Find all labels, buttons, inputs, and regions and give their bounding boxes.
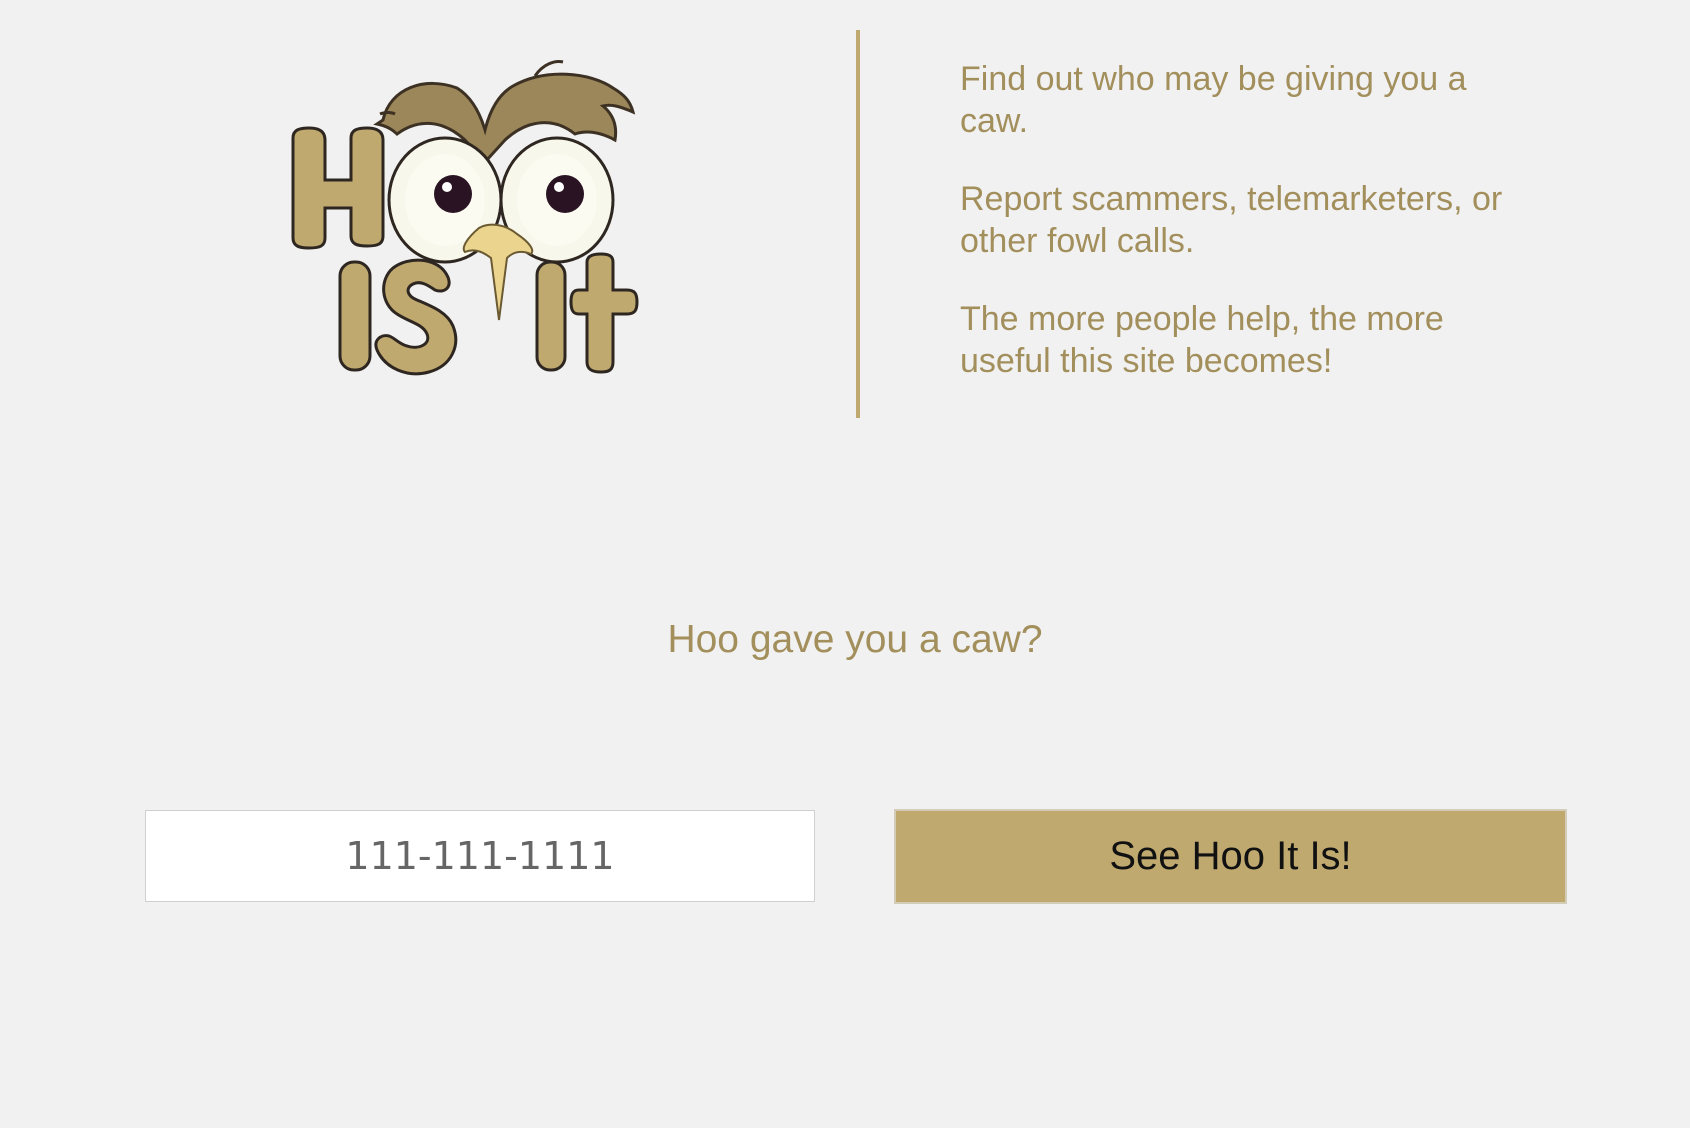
logo-letter-t: [569, 252, 639, 374]
page: Find out who may be giving you a caw. Re…: [0, 0, 1690, 1128]
phone-number-input[interactable]: [145, 810, 815, 902]
intro-paragraph-find: Find out who may be giving you a caw.: [960, 60, 1467, 140]
hoo-is-it-logo: [291, 60, 639, 376]
vertical-divider: [856, 30, 860, 418]
owl-left-pupil: [434, 175, 472, 213]
logo-letter-i2: [535, 260, 567, 372]
owl-right-pupil: [546, 175, 584, 213]
intro-paragraph-report: Report scammers, telemarketers, or other…: [960, 180, 1503, 260]
search-question: Hoo gave you a caw?: [667, 618, 1043, 661]
see-hoo-it-is-button[interactable]: See Hoo It Is!: [894, 809, 1567, 904]
intro-text: Find out who may be giving you a caw. Re…: [960, 58, 1520, 418]
owl-beak: [462, 223, 534, 321]
logo-letter-i: [338, 260, 372, 372]
intro-paragraph-help: The more people help, the more useful th…: [960, 300, 1444, 380]
logo-letter-s: [374, 258, 458, 376]
logo-letter-h: [291, 126, 385, 250]
